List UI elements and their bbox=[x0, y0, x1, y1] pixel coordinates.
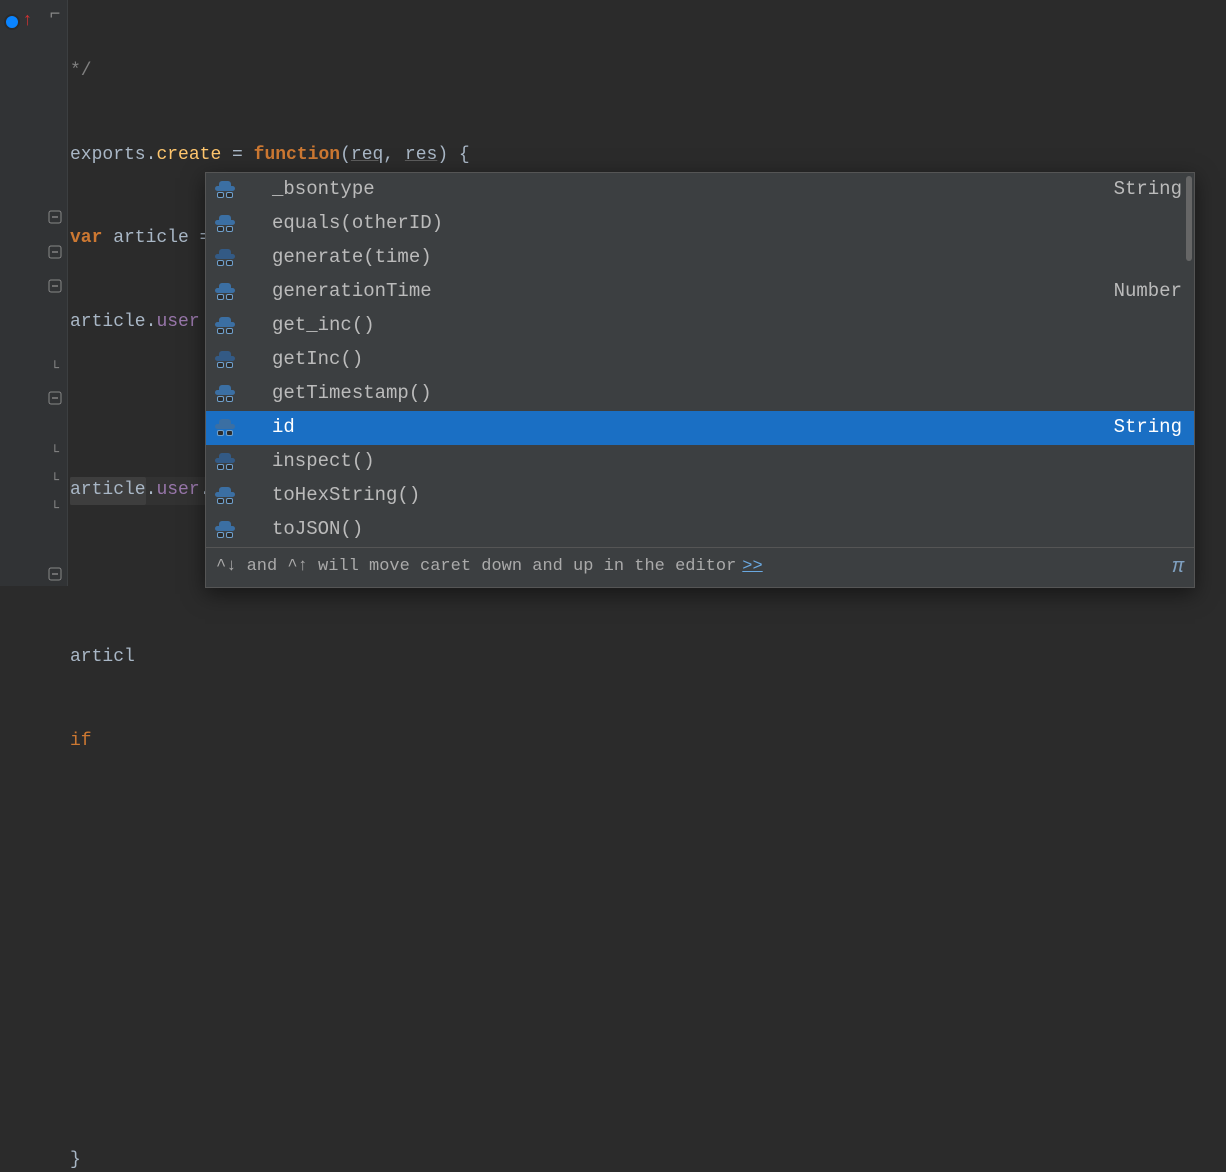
spy-icon bbox=[212, 517, 238, 543]
autocomplete-item[interactable]: get_inc() bbox=[206, 309, 1194, 343]
spy-icon bbox=[212, 415, 238, 441]
autocomplete-item-label: toJSON() bbox=[272, 515, 1182, 544]
spy-icon bbox=[212, 211, 238, 237]
spy-icon bbox=[212, 347, 238, 373]
spy-icon bbox=[212, 279, 238, 305]
footer-more-link[interactable]: >> bbox=[742, 554, 762, 580]
autocomplete-item[interactable]: idString bbox=[206, 411, 1194, 445]
autocomplete-footer: ^↓ and ^↑ will move caret down and up in… bbox=[206, 547, 1194, 587]
autocomplete-item-label: get_inc() bbox=[272, 311, 1182, 340]
autocomplete-item-label: getInc() bbox=[272, 345, 1182, 374]
autocomplete-item[interactable]: getTimestamp() bbox=[206, 377, 1194, 411]
autocomplete-item[interactable]: generate(time) bbox=[206, 241, 1194, 275]
gutter-fold[interactable] bbox=[0, 560, 68, 588]
code-line bbox=[70, 979, 470, 1007]
gutter-fold[interactable]: └ bbox=[0, 356, 68, 384]
code-line bbox=[70, 812, 470, 840]
code-line: articl bbox=[70, 644, 470, 672]
footer-hint: ^↓ and ^↑ will move caret down and up in… bbox=[216, 554, 736, 580]
autocomplete-item-type: Number bbox=[1114, 277, 1182, 306]
spy-icon bbox=[212, 313, 238, 339]
override-up-icon: ↑ bbox=[22, 8, 33, 36]
autocomplete-item[interactable]: toJSON() bbox=[206, 513, 1194, 547]
code-line: exports.create = function(req, res) { bbox=[70, 142, 470, 170]
fold-minus-icon bbox=[48, 210, 62, 224]
autocomplete-item-type: String bbox=[1114, 175, 1182, 204]
autocomplete-popup: _bsontypeStringequals(otherID)generate(t… bbox=[205, 172, 1195, 588]
autocomplete-item-label: id bbox=[272, 413, 1114, 442]
autocomplete-list[interactable]: _bsontypeStringequals(otherID)generate(t… bbox=[206, 173, 1194, 547]
autocomplete-item[interactable]: equals(otherID) bbox=[206, 207, 1194, 241]
gutter-fold[interactable] bbox=[0, 272, 68, 300]
code-line: } bbox=[70, 1147, 470, 1172]
code-line bbox=[70, 896, 470, 924]
autocomplete-item[interactable]: inspect() bbox=[206, 445, 1194, 479]
fold-minus-icon bbox=[48, 567, 62, 581]
editor-gutter: ⌐ ↑ └ └ └ └ bbox=[0, 0, 68, 586]
spy-icon bbox=[212, 449, 238, 475]
gutter-fold[interactable]: └ bbox=[0, 496, 68, 524]
autocomplete-item-label: getTimestamp() bbox=[272, 379, 1182, 408]
fold-end-icon: └ bbox=[48, 447, 62, 461]
fold-minus-icon bbox=[48, 279, 62, 293]
autocomplete-item[interactable]: _bsontypeString bbox=[206, 173, 1194, 207]
fold-end-icon: └ bbox=[48, 363, 62, 377]
gutter-marker[interactable]: ↑ bbox=[0, 8, 68, 36]
autocomplete-item[interactable]: generationTimeNumber bbox=[206, 275, 1194, 309]
autocomplete-item-label: equals(otherID) bbox=[272, 209, 1182, 238]
gutter-fold[interactable]: └ bbox=[0, 468, 68, 496]
autocomplete-item[interactable]: toHexString() bbox=[206, 479, 1194, 513]
autocomplete-item-label: toHexString() bbox=[272, 481, 1182, 510]
gutter-fold[interactable] bbox=[0, 384, 68, 412]
fold-end-icon: └ bbox=[48, 475, 62, 489]
spy-icon bbox=[212, 483, 238, 509]
fold-end-icon: └ bbox=[48, 503, 62, 517]
autocomplete-item-label: generate(time) bbox=[272, 243, 1182, 272]
autocomplete-item[interactable]: getInc() bbox=[206, 343, 1194, 377]
gutter-fold[interactable]: └ bbox=[0, 440, 68, 468]
gutter-fold[interactable] bbox=[0, 203, 68, 231]
impl-mark-icon bbox=[4, 14, 20, 30]
spy-icon bbox=[212, 245, 238, 271]
fold-minus-icon bbox=[48, 245, 62, 259]
autocomplete-item-type: String bbox=[1114, 413, 1182, 442]
autocomplete-item-label: inspect() bbox=[272, 447, 1182, 476]
gutter-fold[interactable] bbox=[0, 238, 68, 266]
autocomplete-item-label: _bsontype bbox=[272, 175, 1114, 204]
autocomplete-item-label: generationTime bbox=[272, 277, 1114, 306]
code-line: if bbox=[70, 728, 470, 756]
spy-icon bbox=[212, 381, 238, 407]
pi-icon[interactable]: π bbox=[1172, 552, 1184, 583]
fold-minus-icon bbox=[48, 391, 62, 405]
code-line bbox=[70, 1063, 470, 1091]
spy-icon bbox=[212, 177, 238, 203]
scrollbar-thumb[interactable] bbox=[1186, 176, 1192, 261]
code-line: */ bbox=[70, 58, 470, 86]
